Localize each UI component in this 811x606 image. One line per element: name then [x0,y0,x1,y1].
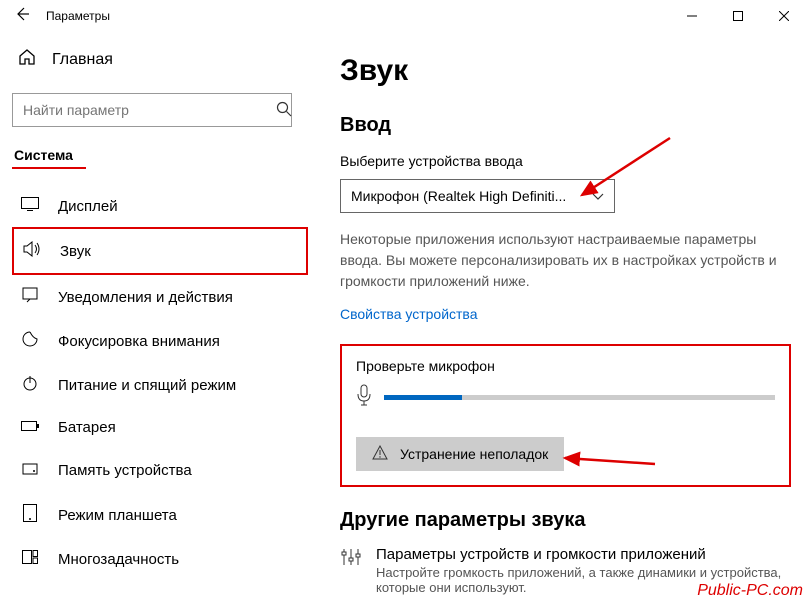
power-icon [20,375,40,395]
notifications-icon [20,287,40,307]
sidebar-item-power[interactable]: Питание и спящий режим [12,363,308,407]
display-icon [20,197,40,215]
sidebar-item-label: Уведомления и действия [58,289,233,306]
dropdown-value: Микрофон (Realtek High Definiti... [351,188,566,204]
watermark: Public-PC.com [697,582,803,600]
chevron-down-icon [592,188,604,204]
troubleshoot-button[interactable]: Устранение неполадок [356,437,564,471]
sidebar-item-display[interactable]: Дисплей [12,185,308,227]
page-title: Звук [340,54,791,88]
home-link[interactable]: Главная [12,40,308,85]
sidebar-item-tablet[interactable]: Режим планшета [12,492,308,538]
input-description: Некоторые приложения используют настраив… [340,229,780,292]
annotation-underline [12,167,86,169]
sidebar-item-notifications[interactable]: Уведомления и действия [12,275,308,319]
test-mic-label: Проверьте микрофон [356,358,775,374]
multitask-icon [20,550,40,568]
input-heading: Ввод [340,114,791,137]
other-heading: Другие параметры звука [340,509,791,532]
device-properties-link[interactable]: Свойства устройства [340,306,791,322]
sliders-icon [340,548,362,571]
maximize-button[interactable] [715,0,761,32]
home-icon [18,48,36,71]
search-icon [276,101,292,122]
sound-icon [22,241,42,261]
mic-level-meter [384,395,775,400]
minimize-button[interactable] [669,0,715,32]
close-button[interactable] [761,0,807,32]
sidebar-item-sound[interactable]: Звук [12,227,308,275]
search-input[interactable] [12,93,292,127]
annotation-box: Проверьте микрофон Устранение неполадок [340,344,791,487]
section-label: Система [12,147,308,167]
main-content: Звук Ввод Выберите устройства ввода Микр… [320,32,811,606]
select-device-label: Выберите устройства ввода [340,153,791,169]
sidebar-item-label: Многозадачность [58,551,179,568]
app-volume-title: Параметры устройств и громкости приложен… [376,546,791,563]
sidebar-item-multitask[interactable]: Многозадачность [12,538,308,580]
sidebar-item-label: Батарея [58,419,116,436]
home-label: Главная [52,51,113,69]
storage-icon [20,460,40,480]
troubleshoot-label: Устранение неполадок [400,446,548,462]
tablet-icon [20,504,40,526]
sidebar-item-label: Память устройства [58,462,192,479]
microphone-icon [356,384,372,411]
sidebar-item-label: Фокусировка внимания [58,333,220,350]
sidebar-item-focus[interactable]: Фокусировка внимания [12,319,308,363]
warning-icon [372,445,388,463]
sidebar-item-label: Питание и спящий режим [58,377,236,394]
sidebar-item-storage[interactable]: Память устройства [12,448,308,492]
battery-icon [20,419,40,436]
sidebar-item-label: Режим планшета [58,507,177,524]
window-title: Параметры [46,9,669,23]
focus-icon [20,331,40,351]
back-button[interactable] [4,6,40,27]
sidebar-item-battery[interactable]: Батарея [12,407,308,448]
sidebar-item-label: Звук [60,243,91,260]
sidebar-item-label: Дисплей [58,198,118,215]
sidebar: Главная Система Дисплей Звук Уведомления… [0,32,320,606]
input-device-dropdown[interactable]: Микрофон (Realtek High Definiti... [340,179,615,213]
